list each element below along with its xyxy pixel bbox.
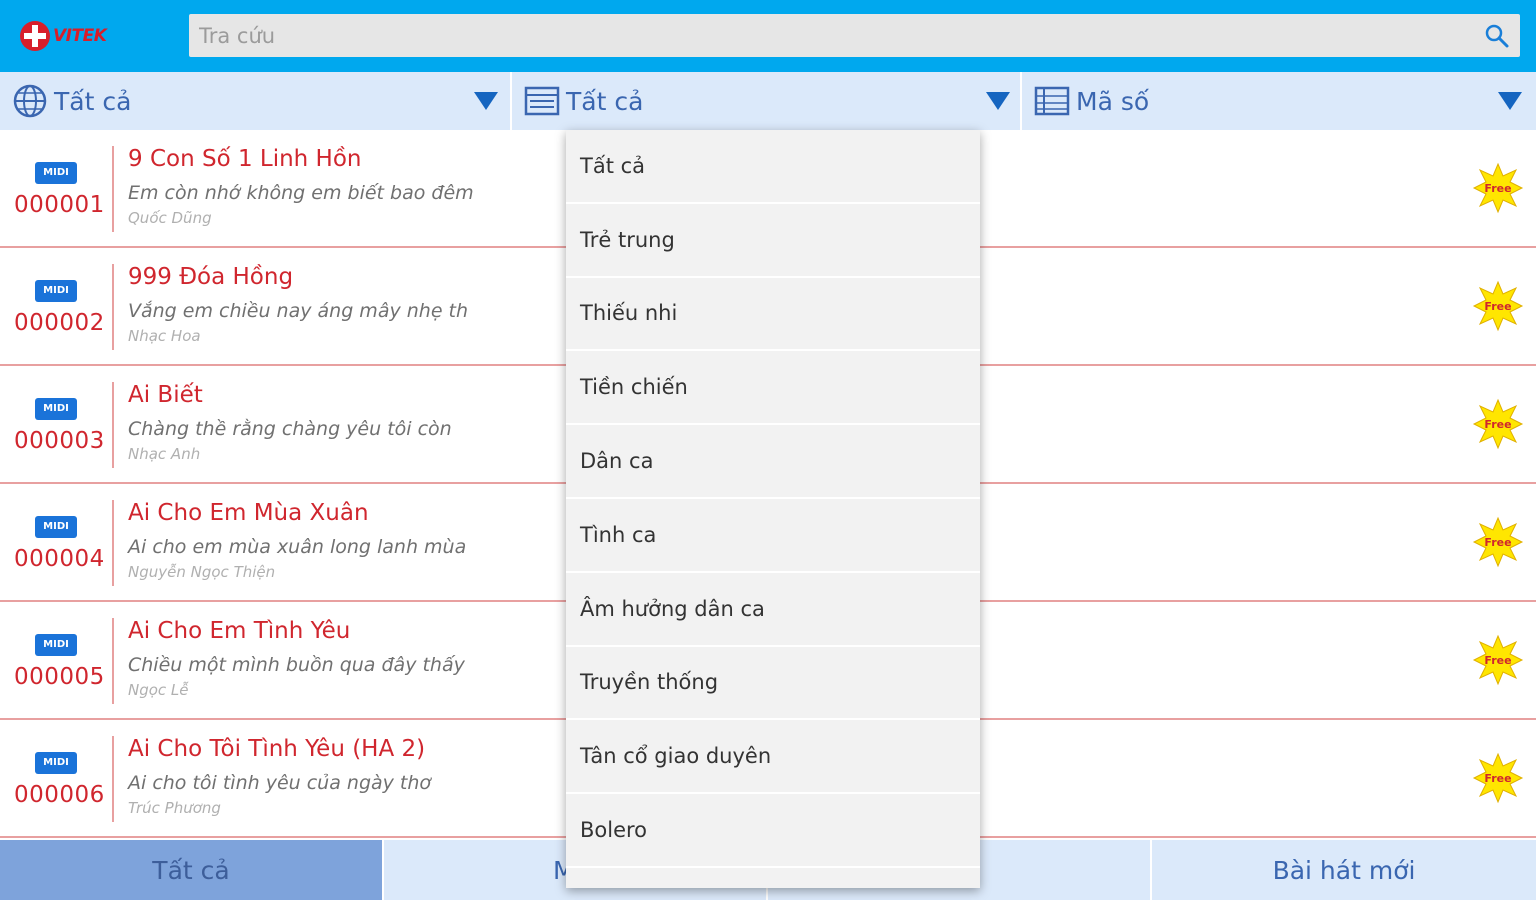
row-divider [112, 264, 114, 350]
row-divider [112, 500, 114, 586]
dropdown-item[interactable]: Âm hưởng dân ca [566, 573, 980, 647]
row-divider [112, 736, 114, 822]
dropdown-item[interactable]: Tân cổ giao duyên [566, 720, 980, 795]
globe-icon [13, 84, 47, 118]
search-box [189, 14, 1520, 57]
svg-text:Free: Free [1484, 654, 1511, 667]
song-title: 999 Đóa Hồng [128, 264, 294, 290]
song-author: Ngọc Lễ [128, 681, 189, 699]
song-title: Ai Cho Em Tình Yêu [128, 618, 351, 644]
song-code: 000006 [14, 782, 105, 808]
free-star-icon: Free [1472, 634, 1524, 686]
genre-dropdown-menu: Tất cả Trẻ trung Thiếu nhi Tiền chiến Dâ… [566, 130, 980, 888]
logo-text: VITEK [53, 26, 107, 46]
search-icon[interactable] [1484, 23, 1510, 49]
chevron-down-icon [1498, 92, 1522, 110]
vitek-logo[interactable]: VITEK [20, 20, 124, 52]
song-code: 000001 [14, 192, 105, 218]
dropdown-item[interactable]: Thiếu nhi [566, 278, 980, 352]
dropdown-item[interactable]: Trẻ trung [566, 204, 980, 278]
midi-badge: MIDI [35, 162, 77, 184]
midi-badge: MIDI [35, 516, 77, 538]
dropdown-item[interactable]: Tình ca [566, 499, 980, 573]
row-divider [112, 382, 114, 468]
chevron-down-icon [986, 92, 1010, 110]
song-code: 000004 [14, 546, 105, 572]
song-lyric: Vắng em chiều nay áng mây nhẹ th [128, 300, 469, 322]
svg-text:Free: Free [1484, 772, 1511, 785]
midi-badge: MIDI [35, 398, 77, 420]
song-title: 9 Con Số 1 Linh Hồn [128, 146, 362, 172]
svg-text:Free: Free [1484, 418, 1511, 431]
region-filter-dropdown[interactable]: Tất cả [0, 72, 510, 130]
song-code: 000002 [14, 310, 105, 336]
song-lyric: Chàng thề rằng chàng yêu tôi còn [128, 418, 452, 440]
dropdown-item[interactable]: Tất cả [566, 130, 980, 204]
song-author: Nguyễn Ngọc Thiện [128, 563, 276, 581]
sort-filter-dropdown[interactable]: Mã số [1022, 72, 1536, 130]
row-divider [112, 618, 114, 704]
midi-badge: MIDI [35, 634, 77, 656]
svg-text:Free: Free [1484, 182, 1511, 195]
song-title: Ai Biết [128, 382, 203, 408]
list-icon [524, 86, 560, 116]
song-author: Nhạc Anh [128, 445, 201, 463]
song-author: Nhạc Hoa [128, 327, 201, 345]
free-star-icon: Free [1472, 516, 1524, 568]
tab-new-songs[interactable]: Bài hát mới [1152, 840, 1536, 900]
free-star-icon: Free [1472, 280, 1524, 332]
song-lyric: Chiều một mình buồn qua đây thấy [128, 654, 465, 676]
chevron-down-icon [474, 92, 498, 110]
song-author: Trúc Phương [128, 799, 221, 817]
genre-filter-label: Tất cả [566, 86, 644, 116]
dropdown-item[interactable]: Truyền thống [566, 647, 980, 721]
song-title: Ai Cho Tôi Tình Yêu (HA 2) [128, 736, 426, 762]
song-lyric: Em còn nhớ không em biết bao đêm [128, 182, 474, 204]
table-icon [1034, 86, 1070, 116]
region-filter-label: Tất cả [54, 86, 132, 116]
row-divider [112, 146, 114, 232]
midi-badge: MIDI [35, 280, 77, 302]
free-star-icon: Free [1472, 752, 1524, 804]
search-input[interactable] [189, 14, 1449, 57]
genre-filter-dropdown[interactable]: Tất cả [512, 72, 1020, 130]
free-star-icon: Free [1472, 162, 1524, 214]
song-code: 000005 [14, 664, 105, 690]
song-title: Ai Cho Em Mùa Xuân [128, 500, 369, 526]
free-star-icon: Free [1472, 398, 1524, 450]
dropdown-item[interactable]: Dân ca [566, 425, 980, 499]
midi-badge: MIDI [35, 752, 77, 774]
filter-bar: Tất cả Tất cả Mã số [0, 72, 1536, 130]
tab-all[interactable]: Tất cả [0, 840, 384, 900]
dropdown-item[interactable]: Tiền chiến [566, 351, 980, 426]
top-bar: VITEK [0, 0, 1536, 72]
logo-cross-icon [20, 21, 50, 51]
svg-text:Free: Free [1484, 300, 1511, 313]
song-code: 000003 [14, 428, 105, 454]
dropdown-item[interactable]: Bolero [566, 794, 980, 868]
song-author: Quốc Dũng [128, 209, 212, 227]
song-lyric: Ai cho em mùa xuân long lanh mùa [128, 536, 467, 558]
sort-filter-label: Mã số [1076, 86, 1150, 116]
svg-text:Free: Free [1484, 536, 1511, 549]
song-lyric: Ai cho tôi tình yêu của ngày thơ [128, 772, 432, 794]
